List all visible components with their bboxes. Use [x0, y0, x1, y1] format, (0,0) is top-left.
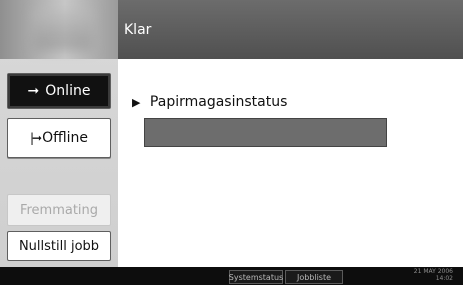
time-text: 14:02 — [435, 275, 453, 282]
left-panel: ➞ Online |➞ Offline Fremmating Nullstill… — [0, 0, 118, 267]
online-label: Online — [45, 83, 91, 99]
left-panel-header — [0, 0, 118, 59]
job-list-label: Jobbliste — [296, 272, 332, 282]
triangle-right-icon: ▶ — [132, 96, 141, 109]
paper-tray-status-label: Papirmagasinstatus — [149, 94, 288, 110]
system-status-label: Systemstatus — [228, 272, 284, 282]
nullstill-label: Nullstill jobb — [18, 238, 100, 254]
offline-label: Offline — [42, 130, 89, 146]
paper-tray-status-box — [144, 118, 387, 147]
status-header: Klar — [118, 0, 463, 59]
arrow-right-bar-icon: |➞ — [29, 131, 42, 145]
date-text: 21 MAY 2006 — [413, 268, 453, 275]
status-text: Klar — [124, 22, 152, 38]
nullstill-jobb-button[interactable]: Nullstill jobb — [7, 231, 111, 261]
paper-tray-status-heading: ▶ Papirmagasinstatus — [132, 94, 287, 110]
bottom-bar: Systemstatus Jobbliste 21 MAY 2006 14:02 — [0, 267, 463, 285]
main-panel: ▶ Papirmagasinstatus — [118, 59, 463, 267]
system-status-button[interactable]: Systemstatus — [229, 270, 283, 284]
fremmating-button[interactable]: Fremmating — [7, 194, 111, 226]
date-time: 21 MAY 2006 14:02 — [391, 268, 453, 282]
fremmating-label: Fremmating — [19, 202, 99, 218]
offline-button[interactable]: |➞ Offline — [7, 118, 111, 158]
online-button[interactable]: ➞ Online — [7, 73, 111, 109]
job-list-button[interactable]: Jobbliste — [285, 270, 343, 284]
arrow-right-icon: ➞ — [27, 83, 40, 99]
